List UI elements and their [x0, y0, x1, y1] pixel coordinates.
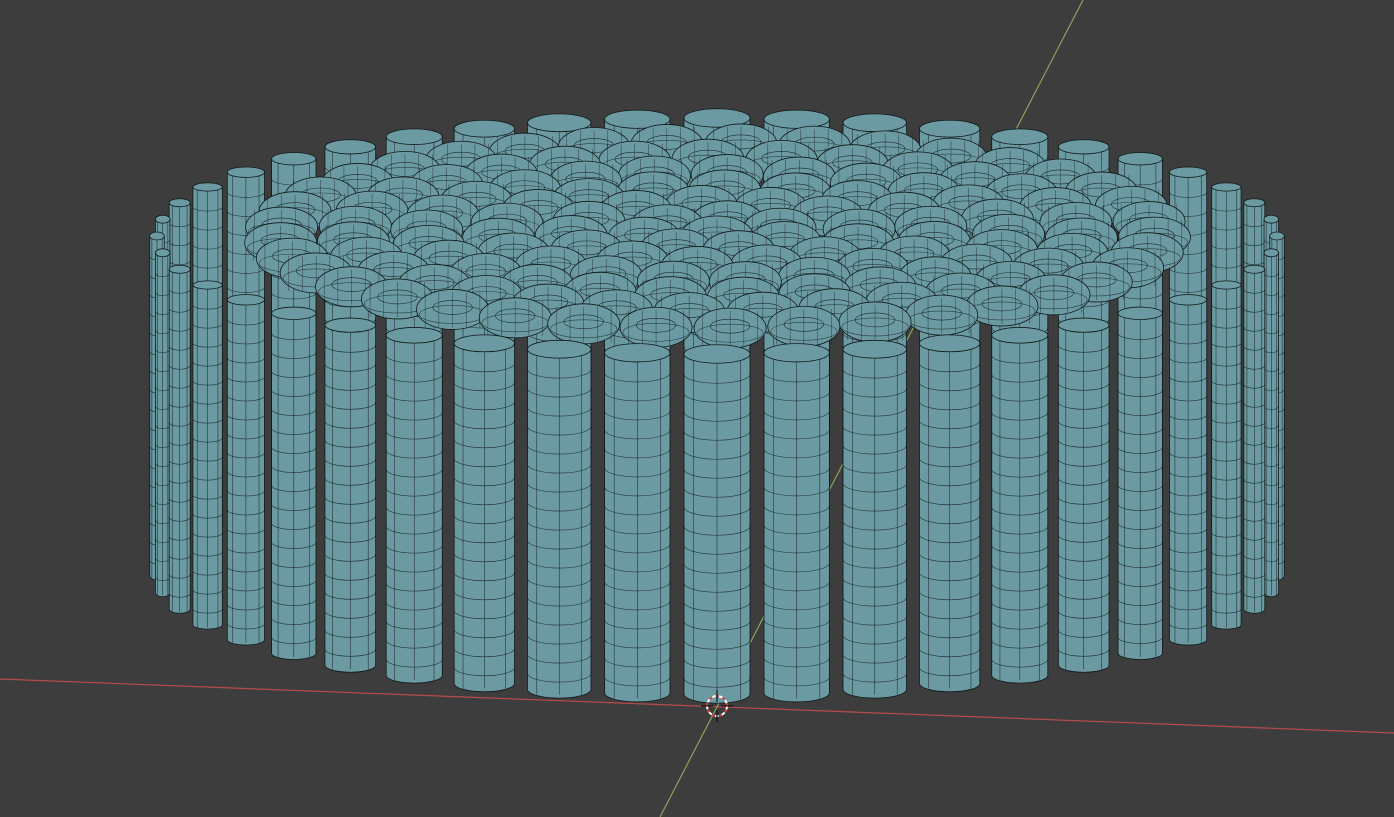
3d-viewport[interactable]	[0, 0, 1394, 817]
bead-element	[838, 301, 912, 343]
cylinder-element	[919, 334, 981, 693]
cylinder-element	[453, 334, 515, 693]
cylinder-element	[226, 294, 265, 646]
cylinder-element	[1263, 248, 1279, 598]
cylinder-element	[763, 343, 830, 703]
bead-element	[619, 306, 693, 348]
cylinder-element	[527, 339, 592, 699]
cylinder-element	[1117, 306, 1163, 660]
cylinder-element	[842, 339, 907, 699]
bead-element	[478, 297, 552, 339]
cylinder-element	[1243, 264, 1266, 614]
cylinder-element	[168, 264, 191, 614]
cylinder-element	[1169, 294, 1208, 646]
bead-element	[905, 294, 979, 336]
bead-element	[416, 289, 489, 330]
cylinder-element	[385, 327, 443, 684]
cylinder-element	[604, 343, 671, 703]
bead-element	[693, 307, 767, 349]
cylinder-element	[271, 306, 317, 660]
cylinder-element	[683, 344, 751, 704]
cylinder-element	[192, 280, 223, 630]
viewport-canvas[interactable]	[0, 0, 1394, 817]
cylinder-element	[991, 327, 1049, 684]
cylinder-element	[1211, 280, 1242, 630]
cylinder-element	[1057, 317, 1110, 673]
bead-element	[767, 305, 841, 347]
cylinder-element	[324, 317, 377, 673]
bead-element	[547, 303, 621, 345]
cylinder-element	[155, 248, 171, 598]
